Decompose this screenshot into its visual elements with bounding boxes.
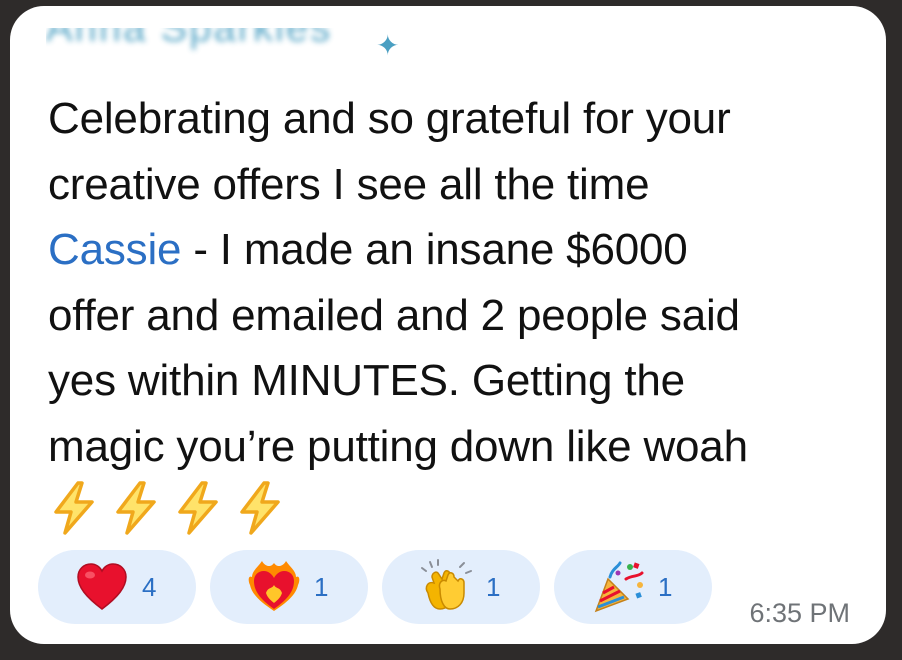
reaction-count: 1 <box>314 571 329 602</box>
clapping-hands-icon <box>418 559 474 615</box>
sender-name-area[interactable]: Anna Sparkles ✦ <box>46 28 426 68</box>
reaction-heart-on-fire[interactable]: 1 <box>210 550 368 624</box>
message-line: offer and emailed and 2 people said <box>48 290 740 340</box>
high-voltage-icon <box>110 480 162 536</box>
emoji-row <box>48 480 286 536</box>
message-line: Celebrating and so grateful for your <box>48 94 731 143</box>
message-line: magic you’re putting down like woah <box>48 421 748 471</box>
mention-link[interactable]: Cassie <box>48 225 181 274</box>
reaction-count: 1 <box>486 571 501 602</box>
party-popper-icon <box>590 559 646 615</box>
sender-name[interactable]: Anna Sparkles <box>46 28 332 51</box>
message-line: - I made an insane $6000 <box>181 225 688 274</box>
reactions-bar: 4 1 1 1 <box>38 550 712 624</box>
message-text: Celebrating and so grateful for your cre… <box>48 86 878 479</box>
reaction-party-popper[interactable]: 1 <box>554 550 712 624</box>
sparkle-icon: ✦ <box>376 30 400 61</box>
heart-on-fire-icon <box>246 559 302 615</box>
message-line: yes within MINUTES. Getting the <box>48 356 685 405</box>
heart-icon <box>74 559 130 615</box>
reaction-heart[interactable]: 4 <box>38 550 196 624</box>
reaction-count: 1 <box>658 571 673 602</box>
reaction-clapping-hands[interactable]: 1 <box>382 550 540 624</box>
high-voltage-icon <box>48 480 100 536</box>
message-timestamp: 6:35 PM <box>749 598 850 628</box>
high-voltage-icon <box>234 480 286 536</box>
reaction-count: 4 <box>142 571 157 602</box>
message-line: creative offers I see all the time <box>48 159 650 209</box>
message-bubble[interactable]: Anna Sparkles ✦ Celebrating and so grate… <box>10 6 886 644</box>
high-voltage-icon <box>172 480 224 536</box>
